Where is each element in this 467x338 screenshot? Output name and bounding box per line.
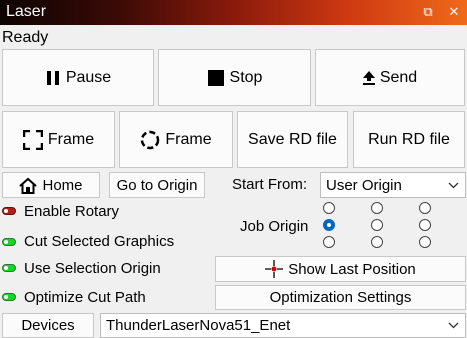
frame-rect-label: Frame — [47, 130, 95, 148]
start-from-label: Start From: — [232, 176, 308, 193]
home-label: Home — [42, 176, 83, 194]
status-text: Ready — [2, 29, 49, 46]
optimization-settings-label: Optimization Settings — [269, 289, 412, 306]
window-title: Laser — [6, 3, 47, 20]
start-from-value: User Origin — [326, 176, 402, 194]
device-select-value: ThunderLaserNova51_Enet — [106, 317, 291, 334]
start-from-select[interactable]: User Origin — [320, 172, 466, 198]
enable-rotary-label: Enable Rotary — [24, 203, 120, 220]
devices-button[interactable]: Devices — [2, 313, 94, 338]
save-rd-label: Save RD file — [248, 130, 337, 148]
dashed-circle-icon — [141, 130, 160, 149]
stop-icon — [207, 69, 224, 86]
go-to-origin-button[interactable]: Go to Origin — [109, 172, 205, 198]
job-origin-radio-top-left[interactable] — [323, 202, 335, 214]
upload-arrow-icon — [362, 70, 375, 85]
use-selection-origin-label: Use Selection Origin — [24, 260, 161, 277]
title-bar: Laser ⧉ ✕ — [0, 0, 467, 25]
cut-selected-graphics-toggle[interactable] — [2, 238, 16, 246]
job-origin-radio-top-center[interactable] — [371, 202, 383, 214]
crosshair-icon — [265, 260, 284, 278]
chevron-down-icon — [448, 173, 459, 197]
cut-selected-graphics-label: Cut Selected Graphics — [24, 233, 175, 250]
job-origin-radio-top-right[interactable] — [419, 202, 431, 214]
home-button[interactable]: Home — [2, 172, 100, 198]
job-origin-radio-bottom-center[interactable] — [371, 236, 383, 248]
optimize-cut-path-label: Optimize Cut Path — [24, 289, 146, 306]
chevron-down-icon — [448, 314, 459, 337]
frame-circle-button[interactable]: Frame — [119, 111, 233, 168]
run-rd-label: Run RD file — [368, 130, 450, 148]
pause-icon — [46, 70, 59, 85]
frame-corners-icon — [22, 129, 43, 150]
pause-label: Pause — [65, 68, 112, 86]
close-window-icon[interactable]: ✕ — [446, 4, 462, 20]
optimization-settings-button[interactable]: Optimization Settings — [215, 285, 466, 310]
job-origin-radio-middle-left[interactable] — [323, 219, 335, 231]
go-to-origin-label: Go to Origin — [116, 176, 198, 194]
devices-label: Devices — [21, 317, 75, 334]
send-button[interactable]: Send — [315, 49, 465, 106]
stop-label: Stop — [229, 68, 263, 86]
optimize-cut-path-toggle[interactable] — [2, 293, 16, 301]
job-origin-radio-bottom-right[interactable] — [419, 236, 431, 248]
show-last-position-label: Show Last Position — [288, 260, 416, 278]
job-origin-radio-bottom-left[interactable] — [323, 236, 335, 248]
use-selection-origin-toggle[interactable] — [2, 264, 16, 272]
home-icon — [19, 177, 38, 194]
send-label: Send — [379, 68, 418, 86]
job-origin-label: Job Origin — [240, 218, 309, 235]
pause-button[interactable]: Pause — [2, 49, 154, 106]
device-select[interactable]: ThunderLaserNova51_Enet — [100, 313, 466, 338]
run-rd-button[interactable]: Run RD file — [353, 111, 465, 168]
restore-window-icon[interactable]: ⧉ — [420, 4, 436, 20]
frame-rect-button[interactable]: Frame — [2, 111, 115, 168]
job-origin-radio-middle-right[interactable] — [419, 219, 431, 231]
show-last-position-button[interactable]: Show Last Position — [215, 256, 466, 282]
job-origin-radio-middle-center[interactable] — [371, 219, 383, 231]
stop-button[interactable]: Stop — [158, 49, 311, 106]
enable-rotary-toggle[interactable] — [2, 207, 16, 215]
save-rd-button[interactable]: Save RD file — [237, 111, 348, 168]
frame-circle-label: Frame — [165, 130, 212, 148]
